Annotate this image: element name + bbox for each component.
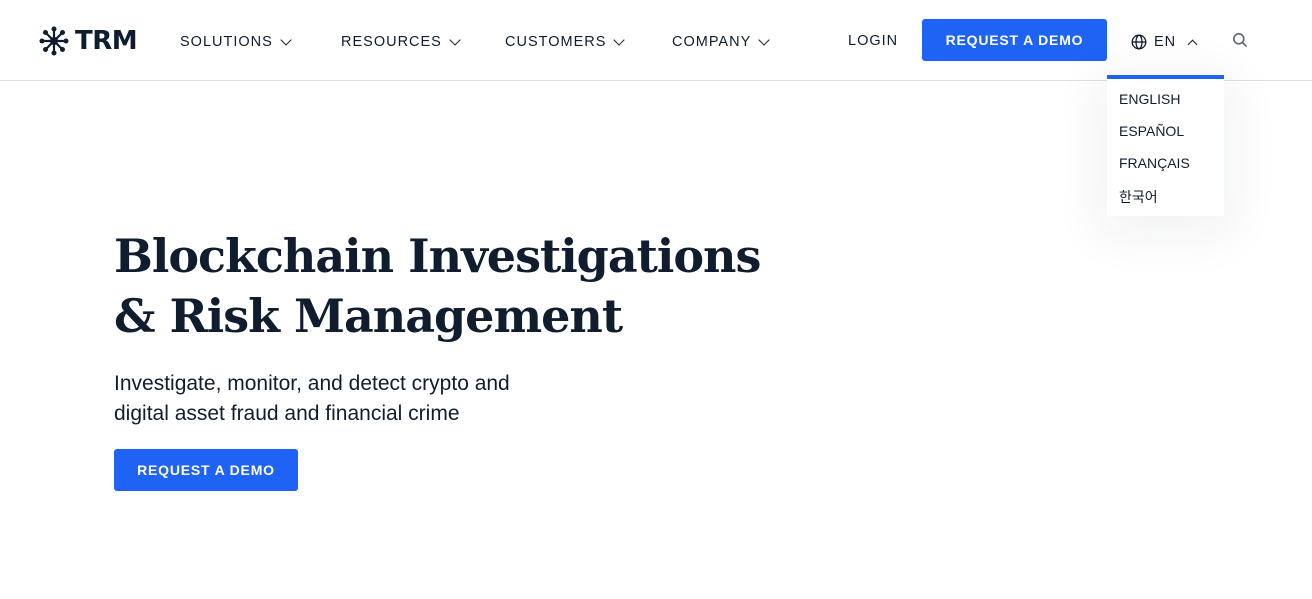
- search-icon[interactable]: [1232, 32, 1248, 48]
- language-option-korean[interactable]: 한국어: [1119, 187, 1158, 207]
- chevron-down-icon: [613, 33, 626, 46]
- site-header: TRM SOLUTIONS RESOURCES CUSTOMERS COMPAN…: [0, 0, 1312, 81]
- nav-resources[interactable]: RESOURCES: [341, 31, 461, 53]
- nav-customers[interactable]: CUSTOMERS: [505, 31, 626, 53]
- language-dropdown: ENGLISH ESPAÑOL FRANÇAIS 한국어: [1107, 75, 1224, 216]
- network-node-icon: [39, 26, 69, 56]
- hero-title-line-2: & Risk Management: [114, 289, 623, 343]
- hero-title: Blockchain Investigations & Risk Managem…: [114, 226, 761, 346]
- brand-name: TRM: [75, 26, 138, 56]
- hero-subtitle-line-2: digital asset fraud and financial crime: [114, 402, 460, 425]
- nav-customers-label: CUSTOMERS: [505, 34, 607, 50]
- login-link[interactable]: LOGIN: [848, 33, 898, 49]
- request-demo-button-hero[interactable]: REQUEST A DEMO: [114, 449, 298, 491]
- chevron-up-icon: [1187, 39, 1198, 49]
- nav-solutions-label: SOLUTIONS: [180, 34, 273, 50]
- request-demo-button-header[interactable]: REQUEST A DEMO: [922, 19, 1107, 61]
- language-option-francais[interactable]: FRANÇAIS: [1119, 155, 1190, 171]
- language-option-espanol[interactable]: ESPAÑOL: [1119, 123, 1184, 139]
- globe-icon: [1131, 34, 1147, 50]
- nav-solutions[interactable]: SOLUTIONS: [180, 31, 292, 53]
- language-current: EN: [1154, 34, 1177, 50]
- language-option-english[interactable]: ENGLISH: [1119, 91, 1180, 107]
- hero-subtitle: Investigate, monitor, and detect crypto …: [114, 369, 634, 429]
- hero-title-line-1: Blockchain Investigations: [114, 229, 761, 283]
- nav-company[interactable]: COMPANY: [672, 31, 770, 53]
- trm-logo[interactable]: TRM: [39, 26, 138, 56]
- hero-subtitle-line-1: Investigate, monitor, and detect crypto …: [114, 372, 510, 395]
- language-selector[interactable]: EN: [1131, 31, 1198, 53]
- nav-company-label: COMPANY: [672, 34, 752, 50]
- nav-resources-label: RESOURCES: [341, 34, 442, 50]
- chevron-down-icon: [280, 33, 292, 46]
- chevron-down-icon: [449, 33, 461, 46]
- chevron-down-icon: [758, 33, 770, 46]
